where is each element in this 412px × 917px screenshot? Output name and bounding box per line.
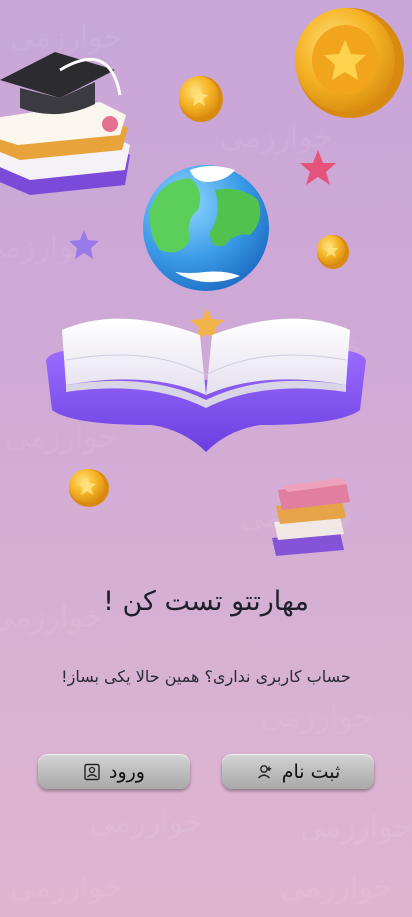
- register-button-label: ثبت نام: [281, 760, 341, 783]
- globe-icon: [143, 165, 269, 291]
- book-stack-icon: [272, 478, 350, 556]
- watermark-text: خوارزمی: [300, 810, 412, 845]
- star-icon: [69, 230, 99, 259]
- page-title: مهارتتو تست کن !: [103, 586, 309, 617]
- user-id-icon: [84, 763, 100, 780]
- open-book-icon: [46, 318, 366, 452]
- gold-coin-icon: [317, 235, 349, 269]
- signup-prompt: حساب کاربری نداری؟ همین حالا یکی بساز!: [61, 667, 351, 686]
- watermark-text: خوارزمی: [10, 870, 123, 905]
- login-button-label: ورود: [109, 760, 145, 783]
- watermark-text: خوارزمی: [260, 700, 373, 735]
- star-icon: [300, 150, 336, 185]
- add-user-icon: [257, 764, 271, 779]
- graduation-cap-books-icon: [0, 52, 130, 195]
- gold-coin-icon: [179, 76, 223, 122]
- gold-coin-icon: [69, 469, 109, 507]
- login-button[interactable]: ورود: [38, 754, 190, 789]
- watermark-text: خوارزمی: [90, 805, 203, 840]
- hero-illustration: [0, 8, 404, 556]
- gold-coin-icon: [295, 8, 404, 118]
- register-button[interactable]: ثبت نام: [222, 754, 374, 789]
- watermark-text: خوارزمی: [280, 870, 393, 905]
